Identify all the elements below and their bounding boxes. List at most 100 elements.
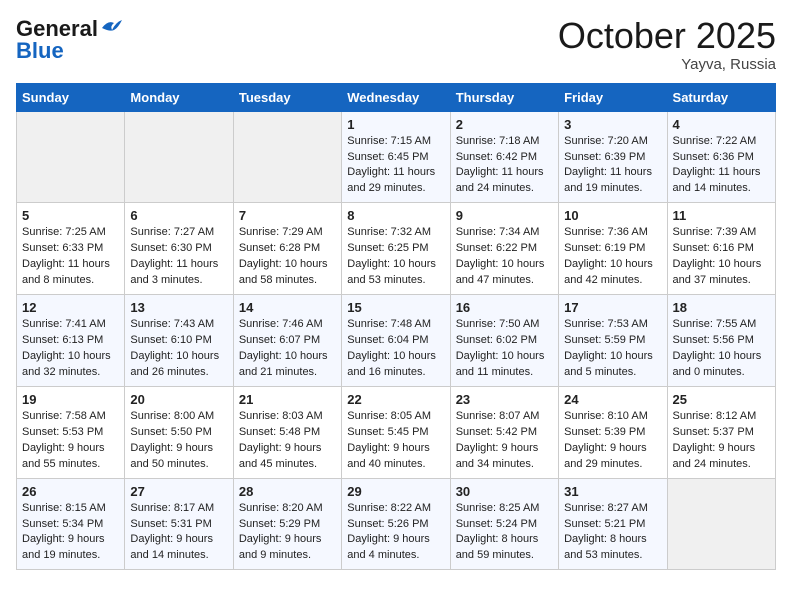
page-header: General Blue October 2025 Yayva, Russia [16, 16, 776, 73]
calendar-cell: 21 Sunrise: 8:03 AM Sunset: 5:48 PM Dayli… [233, 386, 341, 478]
day-number: 20 [130, 392, 227, 407]
logo-blue: Blue [16, 38, 64, 64]
calendar-cell [125, 111, 233, 203]
calendar-cell: 13 Sunrise: 7:43 AM Sunset: 6:10 PM Dayli… [125, 295, 233, 387]
calendar-cell: 20 Sunrise: 8:00 AM Sunset: 5:50 PM Dayli… [125, 386, 233, 478]
day-info: Sunrise: 7:58 AM Sunset: 5:53 PM Dayligh… [22, 409, 119, 473]
day-number: 9 [456, 208, 553, 223]
day-info: Sunrise: 8:20 AM Sunset: 5:29 PM Dayligh… [239, 501, 336, 565]
day-of-week-header: Friday [559, 83, 667, 111]
calendar-cell: 5 Sunrise: 7:25 AM Sunset: 6:33 PM Daylig… [17, 203, 125, 295]
calendar-cell: 17Sunrise: 7:53 AM Sunset: 5:59 PM Dayli… [559, 295, 667, 387]
calendar-cell: 15 Sunrise: 7:48 AM Sunset: 6:04 PM Dayli… [342, 295, 450, 387]
day-number: 12 [22, 300, 119, 315]
calendar-cell: 30 Sunrise: 8:25 AM Sunset: 5:24 PM Dayli… [450, 478, 558, 570]
day-number: 27 [130, 484, 227, 499]
calendar-cell: 4 Sunrise: 7:22 AM Sunset: 6:36 PM Daylig… [667, 111, 775, 203]
day-info: Sunrise: 7:43 AM Sunset: 6:10 PM Dayligh… [130, 317, 227, 381]
logo-bird-icon [100, 18, 122, 36]
day-info: Sunrise: 8:27 AM Sunset: 5:21 PM Dayligh… [564, 501, 661, 565]
calendar-cell: 22 Sunrise: 8:05 AM Sunset: 5:45 PM Dayli… [342, 386, 450, 478]
title-block: October 2025 Yayva, Russia [558, 16, 776, 73]
day-number: 2 [456, 117, 553, 132]
calendar-cell: 9Sunrise: 7:34 AM Sunset: 6:22 PM Daylig… [450, 203, 558, 295]
calendar-cell: 8 Sunrise: 7:32 AM Sunset: 6:25 PM Daylig… [342, 203, 450, 295]
month-title: October 2025 [558, 16, 776, 56]
day-number: 22 [347, 392, 444, 407]
day-info: Sunrise: 7:55 AM Sunset: 5:56 PM Dayligh… [673, 317, 770, 381]
day-info: Sunrise: 7:50 AM Sunset: 6:02 PM Dayligh… [456, 317, 553, 381]
day-number: 28 [239, 484, 336, 499]
day-info: Sunrise: 7:53 AM Sunset: 5:59 PM Dayligh… [564, 317, 661, 381]
calendar-cell: 19 Sunrise: 7:58 AM Sunset: 5:53 PM Dayli… [17, 386, 125, 478]
day-info: Sunrise: 7:48 AM Sunset: 6:04 PM Dayligh… [347, 317, 444, 381]
location: Yayva, Russia [558, 56, 776, 73]
calendar-cell: 1 Sunrise: 7:15 AM Sunset: 6:45 PM Daylig… [342, 111, 450, 203]
day-info: Sunrise: 7:39 AM Sunset: 6:16 PM Dayligh… [673, 225, 770, 289]
day-number: 31 [564, 484, 661, 499]
day-number: 30 [456, 484, 553, 499]
day-number: 10 [564, 208, 661, 223]
calendar-week-row: 19 Sunrise: 7:58 AM Sunset: 5:53 PM Dayli… [17, 386, 776, 478]
day-info: Sunrise: 7:46 AM Sunset: 6:07 PM Dayligh… [239, 317, 336, 381]
day-number: 26 [22, 484, 119, 499]
day-of-week-header: Tuesday [233, 83, 341, 111]
day-of-week-header: Thursday [450, 83, 558, 111]
day-number: 1 [347, 117, 444, 132]
day-info: Sunrise: 7:32 AM Sunset: 6:25 PM Dayligh… [347, 225, 444, 289]
day-info: Sunrise: 7:29 AM Sunset: 6:28 PM Dayligh… [239, 225, 336, 289]
day-number: 14 [239, 300, 336, 315]
calendar-cell: 16 Sunrise: 7:50 AM Sunset: 6:02 PM Dayli… [450, 295, 558, 387]
day-number: 23 [456, 392, 553, 407]
calendar-cell: 18 Sunrise: 7:55 AM Sunset: 5:56 PM Dayli… [667, 295, 775, 387]
calendar-cell: 28 Sunrise: 8:20 AM Sunset: 5:29 PM Dayli… [233, 478, 341, 570]
calendar-table: SundayMondayTuesdayWednesdayThursdayFrid… [16, 83, 776, 571]
calendar-cell [667, 478, 775, 570]
day-number: 18 [673, 300, 770, 315]
logo: General Blue [16, 16, 122, 64]
calendar-week-row: 1 Sunrise: 7:15 AM Sunset: 6:45 PM Daylig… [17, 111, 776, 203]
day-info: Sunrise: 8:10 AM Sunset: 5:39 PM Dayligh… [564, 409, 661, 473]
day-number: 6 [130, 208, 227, 223]
calendar-cell: 7 Sunrise: 7:29 AM Sunset: 6:28 PM Daylig… [233, 203, 341, 295]
day-number: 5 [22, 208, 119, 223]
calendar-cell: 11Sunrise: 7:39 AM Sunset: 6:16 PM Dayli… [667, 203, 775, 295]
day-number: 29 [347, 484, 444, 499]
day-info: Sunrise: 8:05 AM Sunset: 5:45 PM Dayligh… [347, 409, 444, 473]
day-of-week-header: Wednesday [342, 83, 450, 111]
day-info: Sunrise: 8:12 AM Sunset: 5:37 PM Dayligh… [673, 409, 770, 473]
day-info: Sunrise: 8:25 AM Sunset: 5:24 PM Dayligh… [456, 501, 553, 565]
day-number: 25 [673, 392, 770, 407]
day-info: Sunrise: 8:00 AM Sunset: 5:50 PM Dayligh… [130, 409, 227, 473]
day-number: 4 [673, 117, 770, 132]
day-number: 8 [347, 208, 444, 223]
calendar-cell: 23 Sunrise: 8:07 AM Sunset: 5:42 PM Dayli… [450, 386, 558, 478]
day-info: Sunrise: 8:03 AM Sunset: 5:48 PM Dayligh… [239, 409, 336, 473]
day-number: 15 [347, 300, 444, 315]
day-of-week-header: Sunday [17, 83, 125, 111]
day-info: Sunrise: 8:17 AM Sunset: 5:31 PM Dayligh… [130, 501, 227, 565]
day-info: Sunrise: 7:25 AM Sunset: 6:33 PM Dayligh… [22, 225, 119, 289]
day-number: 13 [130, 300, 227, 315]
calendar-cell: 2 Sunrise: 7:18 AM Sunset: 6:42 PM Daylig… [450, 111, 558, 203]
day-number: 19 [22, 392, 119, 407]
calendar-cell: 3Sunrise: 7:20 AM Sunset: 6:39 PM Daylig… [559, 111, 667, 203]
day-info: Sunrise: 7:22 AM Sunset: 6:36 PM Dayligh… [673, 134, 770, 198]
calendar-week-row: 26 Sunrise: 8:15 AM Sunset: 5:34 PM Dayli… [17, 478, 776, 570]
calendar-cell: 10Sunrise: 7:36 AM Sunset: 6:19 PM Dayli… [559, 203, 667, 295]
day-number: 16 [456, 300, 553, 315]
day-info: Sunrise: 8:22 AM Sunset: 5:26 PM Dayligh… [347, 501, 444, 565]
day-number: 24 [564, 392, 661, 407]
day-info: Sunrise: 8:15 AM Sunset: 5:34 PM Dayligh… [22, 501, 119, 565]
calendar-cell: 14 Sunrise: 7:46 AM Sunset: 6:07 PM Dayli… [233, 295, 341, 387]
day-number: 21 [239, 392, 336, 407]
calendar-cell: 29 Sunrise: 8:22 AM Sunset: 5:26 PM Dayli… [342, 478, 450, 570]
calendar-cell: 25 Sunrise: 8:12 AM Sunset: 5:37 PM Dayli… [667, 386, 775, 478]
day-info: Sunrise: 7:20 AM Sunset: 6:39 PM Dayligh… [564, 134, 661, 198]
day-info: Sunrise: 7:15 AM Sunset: 6:45 PM Dayligh… [347, 134, 444, 198]
calendar-cell: 31 Sunrise: 8:27 AM Sunset: 5:21 PM Dayli… [559, 478, 667, 570]
day-info: Sunrise: 8:07 AM Sunset: 5:42 PM Dayligh… [456, 409, 553, 473]
day-of-week-header: Monday [125, 83, 233, 111]
day-number: 7 [239, 208, 336, 223]
day-info: Sunrise: 7:18 AM Sunset: 6:42 PM Dayligh… [456, 134, 553, 198]
